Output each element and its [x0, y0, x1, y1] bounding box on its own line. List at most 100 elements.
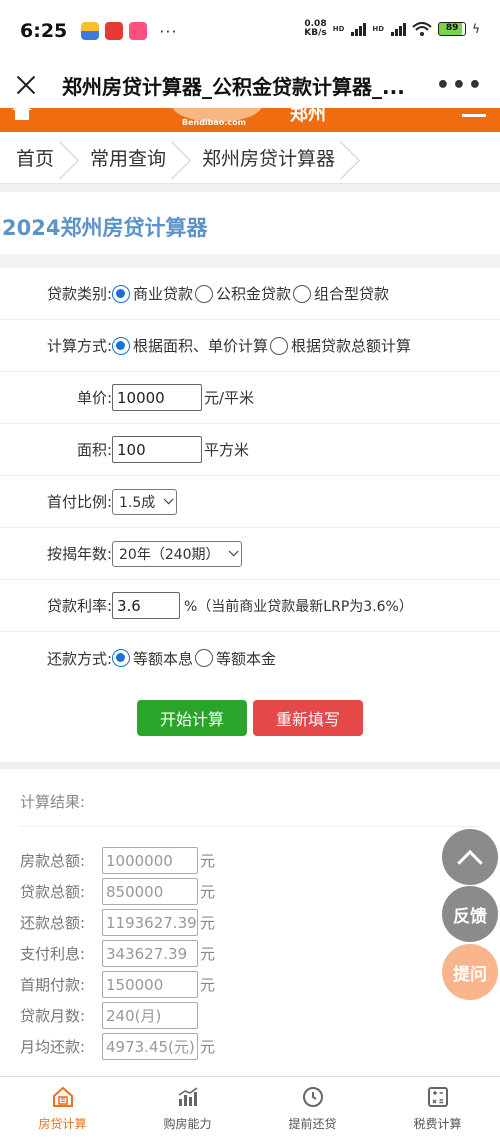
result-label: 首期付款: — [20, 976, 86, 994]
radio-label: 等额本金 — [216, 649, 277, 668]
calc-method-row: 计算方式: 根据面积、单价计算 根据贷款总额计算 — [0, 320, 500, 372]
feedback-button[interactable]: 反馈 — [442, 886, 498, 942]
repay-method-row: 还款方式: 等额本息 等额本金 — [0, 632, 500, 684]
select-value: 20年（240期） — [119, 546, 220, 563]
calculator-icon — [427, 1086, 448, 1107]
rate-note: %（当前商业贷款最新LRP为3.6%） — [184, 598, 413, 615]
result-value: 240(月) — [102, 1002, 198, 1029]
breadcrumb-separator — [64, 132, 80, 184]
nav-prepayment[interactable]: 提前还贷 — [250, 1077, 375, 1139]
result-value: 850000 — [102, 878, 198, 905]
breadcrumb-current[interactable]: 郑州房贷计算器 — [202, 144, 335, 171]
radio-label: 根据面积、单价计算 — [133, 337, 269, 355]
unit-price-unit: 元/平米 — [204, 389, 255, 407]
hd-label: HD — [332, 25, 345, 33]
status-bar: 6:25 ··· 0.08 KB/s HD HD 89 ϟ — [0, 0, 500, 62]
result-label: 贷款总额: — [20, 883, 86, 901]
nav-label: 房贷计算 — [38, 1116, 87, 1131]
house-calc-icon — [52, 1086, 73, 1107]
result-label: 支付利息: — [20, 945, 86, 963]
signal-icon — [351, 22, 367, 36]
reset-button[interactable]: 重新填写 — [253, 700, 363, 736]
result-unit: 元 — [200, 883, 216, 901]
loan-type-label: 贷款类别: — [46, 285, 112, 303]
result-value: 343627.39 — [102, 940, 198, 967]
bottom-nav: 房贷计算 购房能力 提前还贷 税费计算 — [0, 1076, 500, 1139]
logo-text: Bendibao.com — [182, 118, 246, 127]
result-unit: 元 — [200, 914, 216, 932]
start-calculation-button[interactable]: 开始计算 — [137, 700, 247, 736]
scroll-top-button[interactable] — [442, 829, 498, 885]
radio-unselected[interactable] — [293, 284, 312, 303]
radio-unselected[interactable] — [195, 649, 214, 667]
area-input[interactable] — [112, 436, 202, 463]
close-icon[interactable] — [16, 75, 36, 95]
radio-unselected[interactable] — [195, 284, 214, 303]
more-menu-icon[interactable]: ••• — [436, 73, 484, 98]
calc-method-label: 计算方式: — [46, 337, 112, 355]
status-time: 6:25 — [20, 20, 68, 42]
result-row-monthly: 月均还款: 4973.45(元) 元 — [20, 1031, 480, 1062]
years-row: 按揭年数: 20年（240期） — [0, 528, 500, 580]
app-notification-icon — [105, 22, 124, 40]
menu-icon[interactable] — [462, 114, 486, 117]
radio-provident-fund-loan[interactable]: 公积金贷款 — [195, 283, 291, 304]
chevron-up-icon — [457, 849, 483, 876]
ask-question-button[interactable]: 提问 — [442, 944, 498, 1000]
area-row: 面积: 平方米 — [0, 424, 500, 476]
result-label: 贷款月数: — [20, 1007, 86, 1025]
years-label: 按揭年数: — [46, 545, 112, 563]
radio-equal-principal[interactable]: 等额本金 — [195, 648, 276, 669]
home-icon[interactable] — [12, 108, 32, 120]
result-row-months: 贷款月数: 240(月) — [20, 1000, 480, 1031]
radio-label: 等额本息 — [133, 649, 194, 668]
down-payment-row: 首付比例: 1.5成 — [0, 476, 500, 528]
result-unit: 元 — [200, 852, 216, 870]
page-title: 郑州房贷计算器_公积金贷款计算器_... — [62, 74, 405, 99]
rate-row: 贷款利率: %（当前商业贷款最新LRP为3.6%） — [0, 580, 500, 632]
bar-chart-icon — [178, 1086, 197, 1106]
result-row-repay-total: 还款总额: 1193627.39 元 — [20, 907, 480, 938]
rate-input[interactable] — [112, 592, 180, 619]
area-unit: 平方米 — [204, 441, 250, 459]
charging-icon: ϟ — [472, 22, 480, 36]
nav-mortgage-calc[interactable]: 房贷计算 — [0, 1077, 125, 1139]
radio-commercial-loan[interactable]: 商业贷款 — [112, 283, 193, 304]
result-row-loan-total: 贷款总额: 850000 元 — [20, 876, 480, 907]
unit-price-input[interactable] — [112, 384, 202, 411]
result-label: 月均还款: — [20, 1038, 86, 1056]
down-payment-select[interactable]: 1.5成 — [112, 488, 178, 515]
site-header: Bendibao.com 郑州 — [0, 108, 500, 132]
more-notifications-icon: ··· — [159, 21, 178, 41]
radio-unselected[interactable] — [270, 336, 289, 355]
result-unit: 元 — [200, 976, 216, 994]
radio-label: 组合型贷款 — [314, 285, 390, 303]
radio-selected[interactable] — [112, 336, 130, 355]
nav-label: 购房能力 — [163, 1116, 212, 1131]
radio-by-loan-total[interactable]: 根据贷款总额计算 — [270, 335, 411, 356]
radio-by-area-price[interactable]: 根据面积、单价计算 — [112, 335, 268, 356]
wifi-icon — [412, 22, 432, 36]
section-gap — [0, 184, 500, 192]
signal-icon — [391, 22, 407, 36]
battery-icon: 89 — [438, 22, 467, 36]
nav-label: 提前还贷 — [288, 1116, 337, 1131]
radio-selected[interactable] — [112, 649, 130, 667]
status-indicators: 0.08 KB/s HD HD 89 ϟ — [304, 20, 480, 38]
loan-form: 贷款类别: 商业贷款 公积金贷款 组合型贷款 计算方式: 根据面积、单价计算 根… — [0, 268, 500, 762]
radio-equal-installment[interactable]: 等额本息 — [112, 648, 193, 669]
select-value: 1.5成 — [119, 494, 156, 511]
rate-label: 贷款利率: — [46, 597, 112, 615]
radio-combined-loan[interactable]: 组合型贷款 — [293, 283, 389, 304]
section-gap — [0, 254, 500, 268]
result-value: 1193627.39 — [102, 909, 198, 936]
city-name: 郑州 — [290, 108, 326, 125]
nav-buying-power[interactable]: 购房能力 — [125, 1077, 250, 1139]
radio-label: 公积金贷款 — [216, 285, 292, 303]
result-row-interest: 支付利息: 343627.39 元 — [20, 938, 480, 969]
results-list: 房款总额: 1000000 元 贷款总额: 850000 元 还款总额: 1193627.… — [20, 827, 480, 1062]
years-select[interactable]: 20年（240期） — [112, 540, 242, 567]
results-section: 计算结果: 房款总额: 1000000 元 贷款总额: 850000 元 还款总额: 11… — [0, 768, 500, 1095]
nav-tax-calc[interactable]: 税费计算 — [375, 1077, 500, 1139]
radio-selected[interactable] — [112, 284, 130, 303]
